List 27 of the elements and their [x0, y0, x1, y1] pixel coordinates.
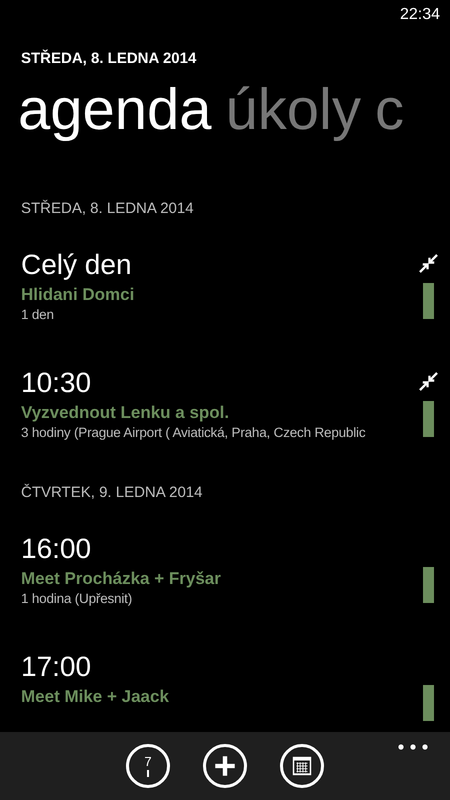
month-view-button[interactable]	[280, 744, 324, 788]
event-title[interactable]: Meet Procházka + Fryšar	[21, 569, 406, 589]
calendar-color-bar	[422, 283, 434, 319]
add-button[interactable]	[203, 744, 247, 788]
pivot-tab[interactable]: agenda	[18, 77, 212, 143]
event-detail: 1 hodina (Upřesnit)	[21, 591, 134, 606]
calendar-color-bar	[422, 685, 434, 721]
event-detail: 1 den	[21, 307, 55, 322]
event-detail: 3 hodiny (Prague Airport ( Aviatická, Praha, Czech Republic	[21, 425, 366, 440]
event-title[interactable]: Meet Mike + Jaack	[21, 687, 406, 707]
day-heading: ČTVRTEK, 9. LEDNA 2014	[21, 484, 204, 501]
calendar-color-bar	[422, 567, 434, 603]
more-icon[interactable]	[398, 744, 428, 750]
calendar-color-bar	[422, 401, 434, 437]
date-header: STŘEDA, 8. LEDNA 2014	[21, 50, 198, 67]
clock: 22:34	[400, 6, 440, 24]
event-time: 17:00	[21, 650, 92, 684]
event-title[interactable]: Vyzvednout Lenku a spol.	[21, 403, 406, 423]
pivot-tab[interactable]: úkoly	[226, 77, 361, 143]
calendar-icon	[291, 755, 313, 777]
day-heading: STŘEDA, 8. LEDNA 2014	[21, 200, 195, 217]
event-time: 16:00	[21, 532, 92, 566]
pivot-tab[interactable]: c	[374, 77, 404, 143]
today-button[interactable]: 7	[126, 744, 170, 788]
event-time: Celý den	[21, 248, 133, 282]
event-time: 10:30	[21, 366, 92, 400]
event-title[interactable]: Hlidani Domci	[21, 285, 406, 305]
